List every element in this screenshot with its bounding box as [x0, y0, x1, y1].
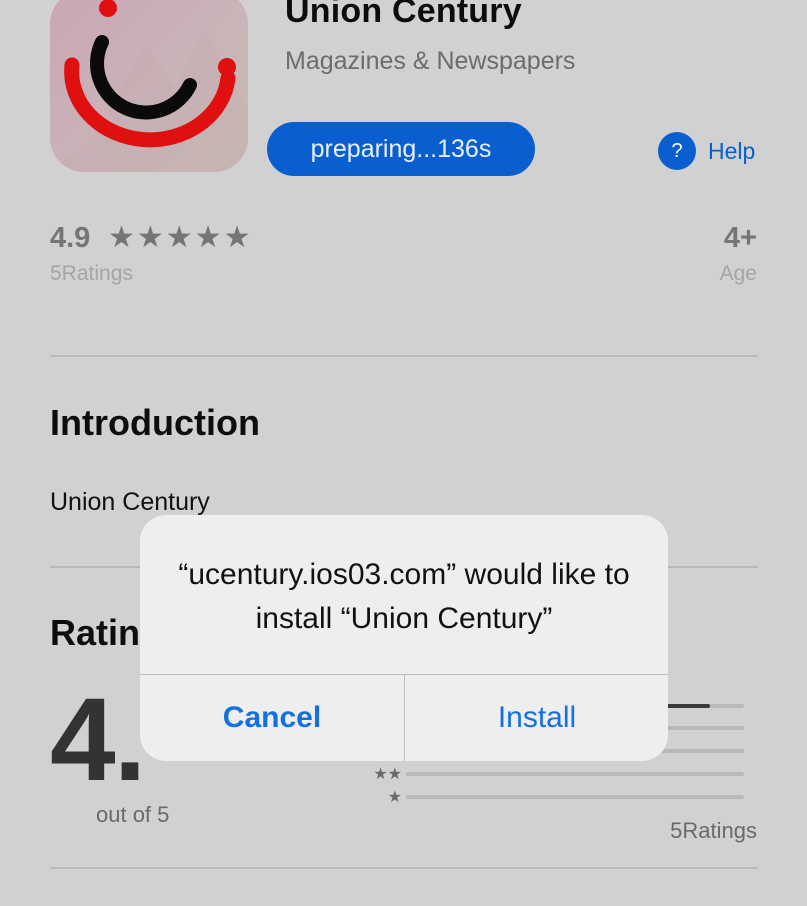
app-store-page: Union Century Magazines & Newspapers pre…	[0, 0, 807, 906]
introduction-text: Union Century	[50, 488, 210, 516]
cancel-button[interactable]: Cancel	[140, 675, 404, 761]
rating-bar-stars-icon: ★★	[373, 766, 402, 783]
install-progress-button[interactable]: preparing...136s	[267, 122, 535, 176]
help-link[interactable]: ? Help	[658, 132, 755, 170]
app-icon	[50, 0, 248, 172]
out-of-label: out of 5	[96, 802, 170, 827]
install-button[interactable]: Install	[405, 675, 668, 761]
introduction-heading: Introduction	[50, 402, 260, 443]
app-title: Union Century	[285, 0, 522, 30]
big-rating-value: 4.	[50, 674, 146, 806]
rating-bar-row: ★★	[360, 764, 744, 784]
rating-bar-row: ★	[360, 787, 744, 807]
age-rating: 4+	[723, 222, 757, 254]
star-rating-icon: ★★★★★	[108, 221, 253, 254]
ratings-total: 5Ratings	[670, 818, 757, 843]
rating-bar-track	[406, 772, 744, 776]
age-label: Age	[719, 262, 757, 285]
divider	[50, 355, 758, 357]
union-century-logo-icon	[50, 0, 248, 172]
ratings-heading: Ratin	[50, 612, 140, 653]
help-label: Help	[708, 137, 756, 164]
divider	[50, 867, 758, 869]
rating-count: 5Ratings	[50, 262, 133, 285]
alert-message: “ucentury.ios03.com” would like to insta…	[178, 558, 630, 635]
question-mark-icon: ?	[658, 132, 696, 170]
rating-value: 4.9	[50, 222, 91, 254]
rating-bar-track	[406, 795, 744, 799]
rating-bar-stars-icon: ★	[387, 789, 402, 806]
install-alert-dialog: “ucentury.ios03.com” would like to insta…	[140, 515, 668, 761]
app-category: Magazines & Newspapers	[285, 47, 576, 75]
